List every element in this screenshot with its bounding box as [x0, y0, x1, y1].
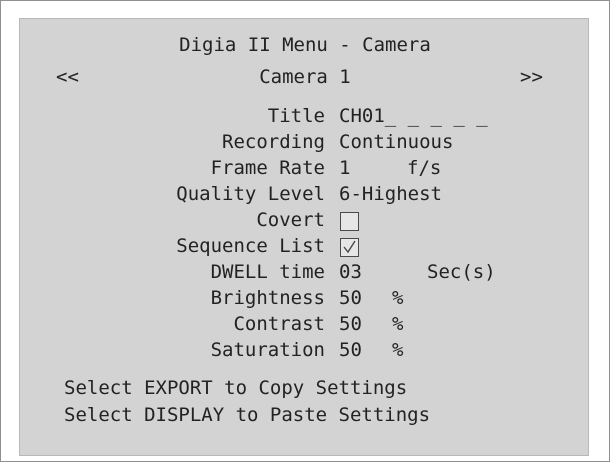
contrast-value[interactable]: 50 — [339, 312, 362, 336]
brightness-value[interactable]: 50 — [339, 286, 362, 310]
saturation-value[interactable]: 50 — [339, 338, 362, 362]
contrast-label: Contrast — [233, 313, 325, 335]
camera-selector[interactable]: Camera 1 — [20, 65, 590, 89]
brightness-unit: % — [392, 287, 404, 309]
menu-title: Digia II Menu - Camera — [179, 34, 431, 56]
saturation-label: Saturation — [210, 339, 325, 361]
title-label: Title — [267, 105, 325, 127]
covert-checkbox[interactable] — [340, 212, 359, 231]
frame-rate-value[interactable]: 1 — [339, 156, 350, 180]
recording-label: Recording — [222, 131, 325, 153]
brightness-label: Brightness — [210, 287, 325, 309]
dwell-time-value[interactable]: 03 — [339, 260, 362, 284]
contrast-unit: % — [392, 313, 404, 335]
quality-level-value[interactable]: 6-Highest — [339, 182, 442, 206]
frame-rate-unit: f/s — [407, 157, 442, 179]
display-hint: Select DISPLAY to Paste Settings — [64, 404, 431, 426]
dwell-time-unit: Sec(s) — [427, 261, 496, 283]
recording-value[interactable]: Continuous — [339, 130, 453, 154]
dwell-time-label: DWELL time — [210, 261, 325, 283]
title-field[interactable]: CH01_ _ _ _ _ — [339, 104, 488, 128]
sequence-list-label: Sequence List — [176, 235, 325, 257]
quality-level-label: Quality Level — [176, 183, 325, 205]
sequence-list-checkbox[interactable] — [340, 238, 359, 257]
saturation-unit: % — [392, 339, 404, 361]
screen-frame: Digia II Menu - Camera << Camera 1 >> Ti… — [0, 0, 610, 462]
next-camera-button[interactable]: >> — [520, 65, 543, 89]
frame-rate-label: Frame Rate — [210, 157, 325, 179]
export-hint: Select EXPORT to Copy Settings — [64, 377, 408, 399]
camera-menu-panel: Digia II Menu - Camera << Camera 1 >> Ti… — [19, 18, 589, 456]
covert-label: Covert — [256, 209, 325, 231]
checkmark-icon — [343, 240, 356, 254]
